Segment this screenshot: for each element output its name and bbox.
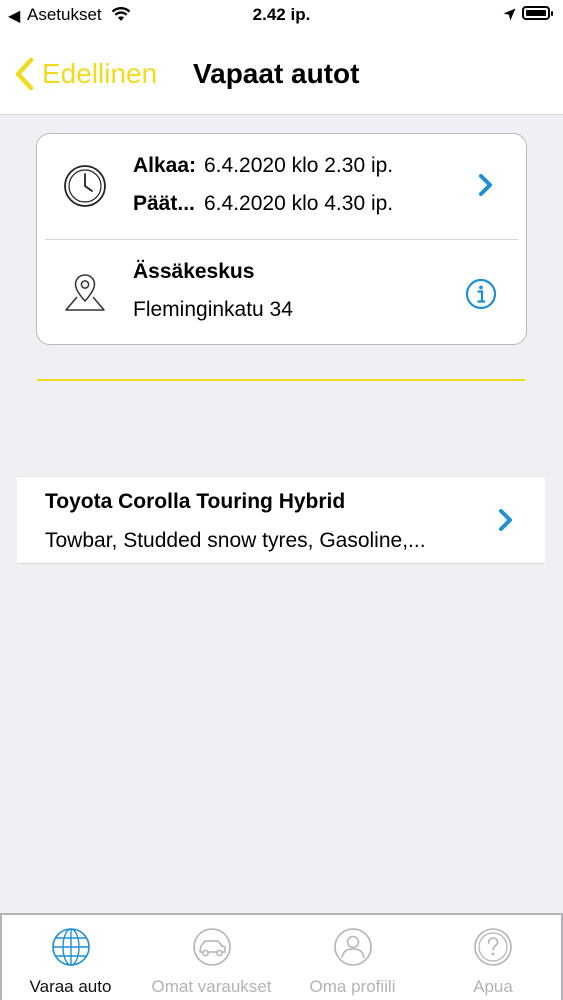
start-time-value: 6.4.2020 klo 2.30 ip. xyxy=(204,154,394,177)
tab-omat-varaukset[interactable]: Omat varaukset xyxy=(141,915,282,1000)
chevron-right-icon xyxy=(479,174,492,196)
globe-icon xyxy=(51,928,90,966)
tab-oma-profiili[interactable]: Oma profiili xyxy=(282,915,423,1000)
tab-bar: Varaa auto Omat varaukset Oma profiili A… xyxy=(0,913,563,1000)
tab-label: Oma profiili xyxy=(309,977,396,996)
battery-icon xyxy=(522,6,553,20)
car-name: Toyota Corolla Touring Hybrid xyxy=(45,490,346,513)
location-name: Ässäkeskus xyxy=(133,260,255,283)
start-time-label: Alkaa: xyxy=(133,154,197,177)
tab-apua[interactable]: Apua xyxy=(423,915,563,1000)
location-services-icon xyxy=(503,8,516,21)
car-icon xyxy=(192,928,231,966)
tab-label: Omat varaukset xyxy=(151,977,272,996)
tab-varaa-auto[interactable]: Varaa auto xyxy=(0,915,141,1000)
yellow-separator xyxy=(37,379,525,381)
chevron-left-icon xyxy=(15,57,34,91)
car-features: Towbar, Studded snow tyres, Gasoline,... xyxy=(45,529,426,552)
map-pin-icon xyxy=(65,274,105,311)
question-icon xyxy=(474,928,512,966)
page-title: Vapaat autot xyxy=(193,58,360,89)
chevron-right-icon xyxy=(499,509,512,531)
car-list-item[interactable]: Toyota Corolla Touring Hybrid Towbar, St… xyxy=(17,476,545,564)
end-time-value: 6.4.2020 klo 4.30 ip. xyxy=(204,192,394,215)
end-time-line: Päät... 6.4.2020 klo 4.30 ip. xyxy=(133,192,393,216)
start-time-line: Alkaa: 6.4.2020 klo 2.30 ip. xyxy=(133,154,393,178)
info-icon[interactable] xyxy=(465,278,497,310)
status-time: 2.42 ip. xyxy=(252,5,311,24)
booking-info-card: Alkaa: 6.4.2020 klo 2.30 ip. Päät... 6.4.2… xyxy=(36,133,527,345)
location-address: Fleminginkatu 34 xyxy=(133,298,293,321)
location-row: Ässäkeskus Fleminginkatu 34 xyxy=(37,240,526,344)
tab-label: Apua xyxy=(473,977,513,996)
back-button-label: Edellinen xyxy=(42,58,158,89)
status-bar: ◀ Asetukset 2.42 ip. xyxy=(0,0,563,30)
navigation-bar: Edellinen Vapaat autot xyxy=(0,30,563,115)
end-time-label: Päät... xyxy=(133,192,195,215)
back-button[interactable]: Edellinen xyxy=(14,56,157,92)
person-icon xyxy=(333,928,372,966)
tab-label: Varaa auto xyxy=(29,977,112,996)
booking-time-row[interactable]: Alkaa: 6.4.2020 klo 2.30 ip. Päät... 6.4.2… xyxy=(37,134,526,239)
clock-icon xyxy=(64,165,106,207)
